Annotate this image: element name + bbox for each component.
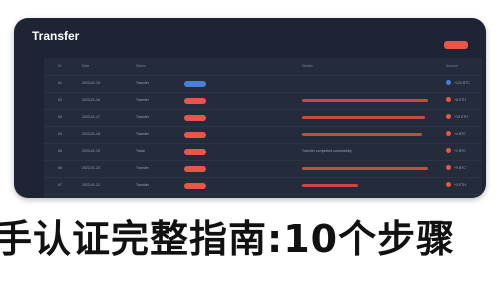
panel-title: Transfer	[32, 29, 80, 43]
status-pill[interactable]	[184, 98, 206, 104]
row-name: Trade	[136, 149, 146, 153]
header-id: ID	[58, 64, 62, 68]
row-name: Transfer	[136, 132, 149, 136]
row-name: Transfer	[136, 115, 149, 119]
progress-bar	[302, 116, 425, 119]
row-name: Transfer	[136, 98, 149, 102]
coin-icon	[446, 114, 451, 119]
row-id: #6	[58, 166, 62, 170]
progress-bar	[302, 133, 422, 136]
coin-icon	[446, 165, 451, 170]
row-name: Transfer	[136, 183, 149, 187]
coin-icon	[446, 182, 451, 187]
table-row[interactable]: #4 2023-01-18 Transfer +4 BTC	[44, 126, 482, 144]
row-id: #1	[58, 81, 62, 85]
status-pill[interactable]	[184, 149, 206, 155]
status-pill[interactable]	[184, 166, 206, 172]
table-row[interactable]: #3 2023-01-17 Transfer +15 ETH	[44, 109, 482, 127]
row-amount: +15 ETH	[454, 115, 468, 119]
table-row[interactable]: #1 2023-01-15 Transfer +120 BTC	[44, 75, 482, 93]
status-pill[interactable]	[184, 115, 206, 121]
transfer-table: ID Date Status Details Amount #1 2023-01-…	[44, 58, 482, 198]
row-date: 2023-01-16	[82, 98, 100, 102]
table-row[interactable]: #6 2023-01-20 Transfer +9 BTC	[44, 160, 482, 178]
row-date: 2023-01-19	[82, 149, 100, 153]
table-row[interactable]: #7 2023-01-21 Transfer +3 ETH	[44, 177, 482, 195]
coin-icon	[446, 80, 451, 85]
row-id: #3	[58, 115, 62, 119]
status-pill[interactable]	[184, 183, 206, 189]
progress-bar	[302, 184, 358, 187]
status-pill[interactable]	[184, 81, 206, 87]
table-header-row: ID Date Status Details Amount	[44, 58, 482, 76]
table-row[interactable]: #5 2023-01-19 Trade Transfer completed succ…	[44, 143, 482, 161]
row-amount: +8 ETH	[454, 98, 466, 102]
row-name: Transfer	[136, 166, 149, 170]
row-id: #5	[58, 149, 62, 153]
row-amount: +120 BTC	[454, 81, 470, 85]
header-status: Status	[136, 64, 146, 68]
progress-bar	[302, 167, 428, 170]
header-amount: Amount	[446, 64, 459, 68]
article-title-overlay: 手认证完整指南:10个步骤	[0, 217, 456, 261]
row-amount: +3 ETH	[454, 183, 466, 187]
row-name: Transfer	[136, 81, 149, 85]
coin-icon	[446, 97, 451, 102]
row-id: #2	[58, 98, 62, 102]
row-date: 2023-01-15	[82, 81, 100, 85]
row-date: 2023-01-18	[82, 132, 100, 136]
row-id: #7	[58, 183, 62, 187]
row-amount: +9 BTC	[454, 166, 466, 170]
action-button[interactable]	[444, 41, 468, 49]
row-detail: Transfer completed successfully	[302, 149, 352, 153]
progress-bar	[302, 99, 428, 102]
row-date: 2023-01-20	[82, 166, 100, 170]
coin-icon	[446, 131, 451, 136]
header-date: Date	[82, 64, 90, 68]
status-pill[interactable]	[184, 132, 206, 138]
header-details: Details	[302, 64, 313, 68]
transfer-panel: Transfer ID Date Status Details Amount #…	[14, 18, 486, 198]
row-amount: +4 BTC	[454, 132, 466, 136]
table-row[interactable]: #2 2023-01-16 Transfer +8 ETH	[44, 92, 482, 110]
row-amount: +2 BTC	[454, 149, 466, 153]
row-id: #4	[58, 132, 62, 136]
row-date: 2023-01-17	[82, 115, 100, 119]
coin-icon	[446, 148, 451, 153]
row-date: 2023-01-21	[82, 183, 100, 187]
